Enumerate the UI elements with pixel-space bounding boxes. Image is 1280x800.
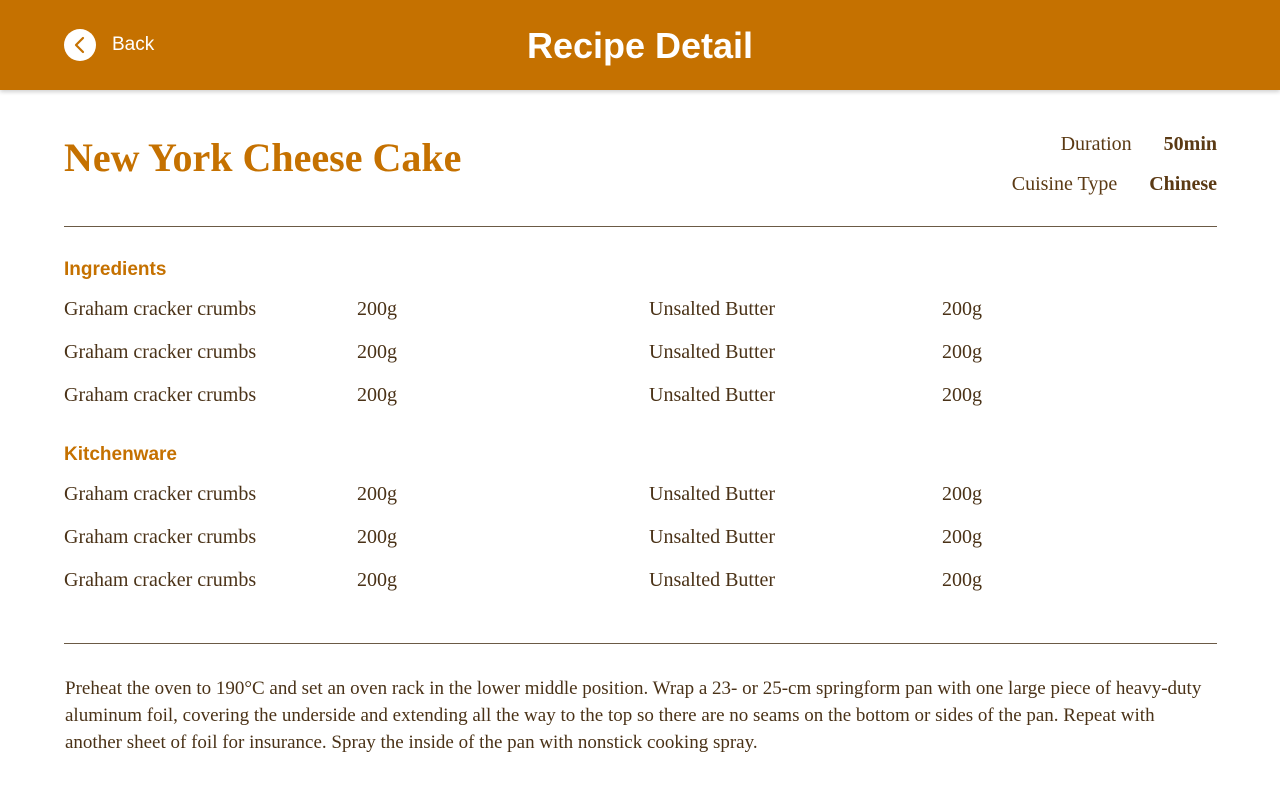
kitchenware-quantity: 200g [942, 483, 982, 505]
kitchenware-heading: Kitchenware [64, 444, 177, 465]
ingredient-row: Graham cracker crumbs 200g Unsalted Butt… [64, 298, 1217, 326]
ingredient-name: Graham cracker crumbs [64, 298, 257, 320]
kitchenware-quantity: 200g [942, 526, 982, 548]
kitchenware-name: Unsalted Butter [649, 569, 776, 591]
kitchenware-row: Graham cracker crumbs 200g Unsalted Butt… [64, 569, 1217, 597]
kitchenware-quantity: 200g [357, 483, 397, 505]
ingredient-row: Graham cracker crumbs 200g Unsalted Butt… [64, 341, 1217, 369]
recipe-title: New York Cheese Cake [64, 135, 462, 180]
kitchenware-name: Graham cracker crumbs [64, 569, 257, 591]
ingredient-quantity: 200g [942, 384, 982, 406]
kitchenware-quantity: 200g [357, 569, 397, 591]
ingredient-quantity: 200g [357, 384, 397, 406]
duration-value: 50min [1163, 133, 1217, 155]
cuisine-info: Cuisine Type Chinese [1012, 173, 1217, 196]
kitchenware-quantity: 200g [942, 569, 982, 591]
instructions-text: Preheat the oven to 190°C and set an ove… [65, 678, 1202, 753]
divider [64, 643, 1217, 644]
ingredient-name: Graham cracker crumbs [64, 384, 257, 406]
duration-info: Duration 50min [1061, 133, 1217, 156]
ingredient-row: Graham cracker crumbs 200g Unsalted Butt… [64, 384, 1217, 412]
kitchenware-row: Graham cracker crumbs 200g Unsalted Butt… [64, 526, 1217, 554]
divider [64, 226, 1217, 227]
cuisine-value: Chinese [1149, 173, 1217, 195]
kitchenware-name: Graham cracker crumbs [64, 483, 257, 505]
top-app-bar: Back Recipe Detail [0, 0, 1280, 90]
kitchenware-name: Unsalted Butter [649, 526, 776, 548]
kitchenware-quantity: 200g [357, 526, 397, 548]
page-title: Recipe Detail [526, 25, 754, 66]
ingredient-quantity: 200g [357, 341, 397, 363]
ingredient-quantity: 200g [942, 298, 982, 320]
ingredient-quantity: 200g [942, 341, 982, 363]
ingredient-name: Unsalted Butter [649, 341, 776, 363]
cuisine-label: Cuisine Type [1011, 173, 1118, 195]
ingredient-name: Graham cracker crumbs [64, 341, 257, 363]
ingredient-quantity: 200g [357, 298, 397, 320]
ingredient-name: Unsalted Butter [649, 298, 776, 320]
kitchenware-row: Graham cracker crumbs 200g Unsalted Butt… [64, 483, 1217, 511]
kitchenware-name: Unsalted Butter [649, 483, 776, 505]
kitchenware-name: Graham cracker crumbs [64, 526, 257, 548]
ingredients-heading: Ingredients [64, 259, 167, 280]
duration-label: Duration [1060, 133, 1132, 155]
ingredient-name: Unsalted Butter [649, 384, 776, 406]
